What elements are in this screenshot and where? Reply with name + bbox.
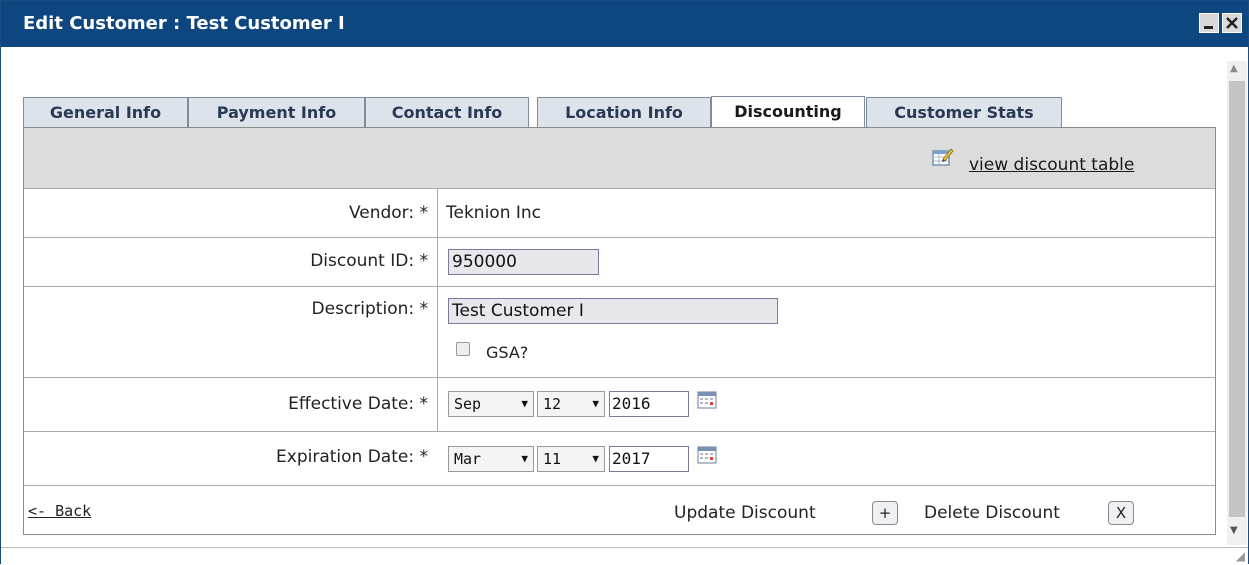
gsa-label: GSA? [486,343,529,362]
panel-toolbar: view discount table [24,128,1215,189]
tab-payment-info[interactable]: Payment Info [188,97,365,127]
resize-grip-icon[interactable]: ◢ [1236,549,1245,563]
expiration-day-select[interactable]: 11 ▼ [537,446,605,472]
update-discount-label: Update Discount [674,503,816,523]
effective-day-value: 12 [543,395,562,413]
back-link[interactable]: <- Back [28,502,91,520]
chevron-down-icon: ▼ [521,397,528,410]
chevron-down-icon: ▼ [592,452,599,465]
edit-customer-window: Edit Customer : Test Customer I ▲ ▼ Gene… [0,0,1249,565]
tab-contact-info[interactable]: Contact Info [365,97,529,127]
description-label: Description: * [311,299,428,319]
window-status-strip: ◢ [1,547,1248,565]
tab-customer-stats[interactable]: Customer Stats [866,97,1062,127]
description-input[interactable] [448,298,778,324]
window-title: Edit Customer : Test Customer I [23,13,345,34]
tab-discounting[interactable]: Discounting [711,96,865,128]
gsa-checkbox[interactable] [456,342,470,356]
calendar-icon[interactable] [697,390,717,410]
delete-discount-label: Delete Discount [924,503,1060,523]
window-titlebar: Edit Customer : Test Customer I [1,1,1248,47]
expiration-month-select[interactable]: Mar ▼ [448,446,534,472]
vendor-row: Vendor: * Teknion Inc [24,188,1215,238]
edit-table-icon[interactable] [932,147,954,167]
description-row: Description: * GSA? [24,287,1215,378]
close-button[interactable] [1222,13,1242,33]
delete-discount-button[interactable]: X [1108,501,1134,525]
minimize-icon [1204,26,1213,29]
view-discount-table-link[interactable]: view discount table [969,155,1134,175]
effective-date-row: Effective Date: * Sep ▼ 12 ▼ 2016 [24,378,1215,432]
effective-month-select[interactable]: Sep ▼ [448,391,534,417]
scrollbar-thumb[interactable] [1229,81,1245,517]
expiration-month-value: Mar [454,450,482,468]
chevron-down-icon: ▼ [592,397,599,410]
expiration-year-input[interactable]: 2017 [609,446,689,472]
minimize-button[interactable] [1199,13,1219,33]
update-discount-button[interactable]: + [872,501,898,525]
vendor-value: Teknion Inc [446,203,542,223]
discount-id-input[interactable] [448,249,599,275]
scroll-down-arrow-icon[interactable]: ▼ [1230,525,1238,536]
discounting-panel: view discount table Vendor: * Teknion In… [23,127,1216,535]
discount-id-row: Discount ID: * [24,238,1215,287]
effective-date-label: Effective Date: * [288,394,428,414]
effective-day-select[interactable]: 12 ▼ [537,391,605,417]
close-icon [1226,17,1238,29]
calendar-icon[interactable] [697,445,717,465]
expiration-date-row: Expiration Date: * Mar ▼ 11 ▼ 2017 [24,432,1215,486]
chevron-down-icon: ▼ [521,452,528,465]
tab-general-info[interactable]: General Info [23,97,188,127]
vendor-label: Vendor: * [348,203,428,223]
discount-id-label: Discount ID: * [310,251,428,271]
tab-location-info[interactable]: Location Info [537,97,711,127]
expiration-day-value: 11 [543,450,562,468]
expiration-date-label: Expiration Date: * [276,447,428,467]
effective-year-input[interactable]: 2016 [609,391,689,417]
scroll-up-arrow-icon[interactable]: ▲ [1230,63,1238,74]
effective-month-value: Sep [454,395,482,413]
